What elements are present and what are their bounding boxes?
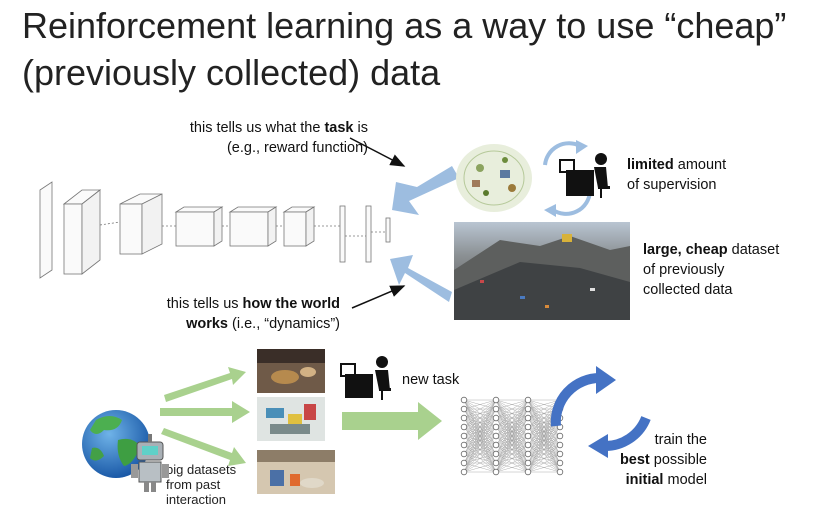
nn-node: [524, 396, 532, 404]
dynamics-pointer-arrow: [351, 285, 406, 309]
nn-node: [460, 405, 468, 413]
nn-node: [460, 441, 468, 449]
green-arrow-middle: [160, 401, 250, 423]
nn-node: [524, 432, 532, 440]
green-arrow-up: [164, 367, 246, 402]
cycle-arrowhead-top: [576, 140, 588, 154]
nn-node: [524, 441, 532, 449]
nn-node: [492, 441, 500, 449]
nn-node: [492, 468, 500, 476]
nn-node: [524, 450, 532, 458]
nn-node: [524, 414, 532, 422]
nn-node: [524, 405, 532, 413]
nn-node: [556, 450, 564, 458]
neural-network-diagram: [460, 396, 564, 476]
reward-network-image: [456, 144, 532, 212]
nn-node: [556, 441, 564, 449]
task-pointer-arrow: [349, 137, 406, 167]
nn-node: [460, 414, 468, 422]
green-arrow-right: [342, 402, 442, 440]
trash-heap-image: [454, 222, 630, 320]
robot-arm-photo: [257, 397, 325, 441]
person-computer-new-task-icon: [340, 356, 391, 400]
train-cycle-arrowhead-bottom: [588, 434, 608, 458]
nn-node: [524, 468, 532, 476]
nn-node: [460, 468, 468, 476]
nn-node: [492, 396, 500, 404]
nn-node: [524, 459, 532, 467]
nn-node: [556, 468, 564, 476]
nn-node: [492, 459, 500, 467]
blue-arrow-upper: [392, 166, 459, 215]
person-computer-icon: [559, 153, 610, 198]
nn-node: [556, 432, 564, 440]
diagram-graphics: [39, 137, 651, 494]
cnn-architecture-diagram: [39, 181, 391, 279]
cycle-arrowhead-bottom: [544, 204, 556, 217]
green-arrow-down: [161, 428, 246, 466]
train-cycle-arrowhead-top: [596, 366, 616, 394]
nn-node: [492, 405, 500, 413]
kitchen-photo: [257, 349, 325, 393]
nn-node: [492, 423, 500, 431]
nn-node: [492, 414, 500, 422]
nn-node: [460, 423, 468, 431]
nn-node: [556, 459, 564, 467]
nn-node: [492, 432, 500, 440]
nn-node: [460, 396, 468, 404]
nn-node: [460, 459, 468, 467]
nn-node: [460, 450, 468, 458]
blue-arrow-lower: [390, 255, 452, 302]
nn-node: [492, 450, 500, 458]
train-cycle-arrow-bottom: [603, 415, 651, 451]
desk-scene-photo: [257, 450, 335, 494]
nn-node: [524, 423, 532, 431]
nn-node: [460, 432, 468, 440]
